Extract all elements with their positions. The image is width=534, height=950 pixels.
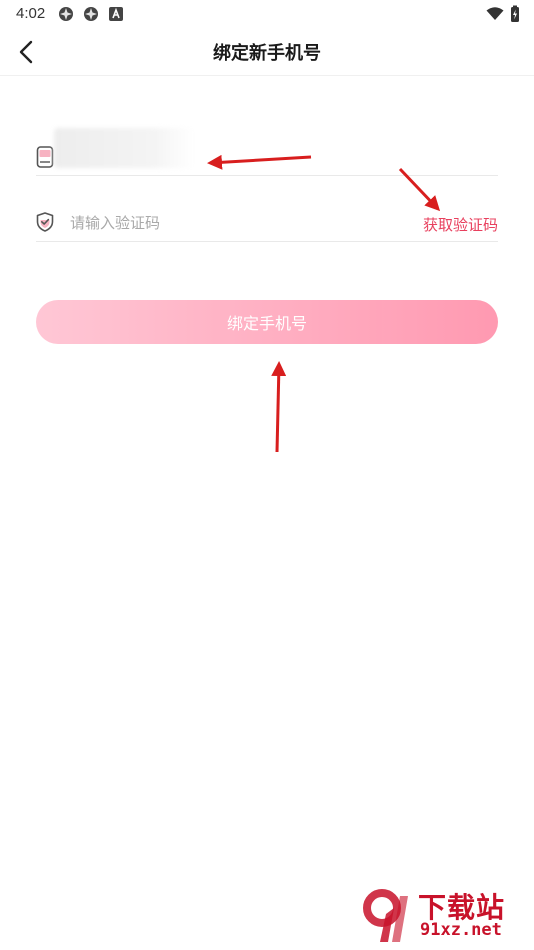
shield-check-icon xyxy=(36,212,54,232)
battery-charging-icon xyxy=(511,5,519,22)
accessibility-icon xyxy=(109,7,123,21)
get-code-button[interactable]: 获取验证码 xyxy=(423,214,498,235)
status-time: 4:02 xyxy=(16,5,46,22)
watermark-logo-icon xyxy=(363,889,408,942)
verification-code-field: 获取验证码 xyxy=(36,202,498,242)
watermark: 下载站 91xz.net xyxy=(360,886,528,946)
title-bar: 绑定新手机号 xyxy=(0,28,534,76)
status-bar: 4:02 xyxy=(0,0,534,28)
annotation-arrow-bind-button xyxy=(271,361,287,453)
photos-icon xyxy=(84,7,98,21)
watermark-site: 91xz.net xyxy=(420,920,502,940)
status-icons-right xyxy=(486,5,520,23)
phone-number-redacted xyxy=(54,128,196,168)
verification-code-input[interactable] xyxy=(70,212,370,234)
page-title: 绑定新手机号 xyxy=(213,43,321,64)
bind-phone-button[interactable]: 绑定手机号 xyxy=(36,300,498,344)
wifi-icon xyxy=(486,7,504,20)
photos-icon xyxy=(59,7,73,21)
phone-icon xyxy=(36,146,54,168)
phone-field[interactable] xyxy=(36,126,498,176)
